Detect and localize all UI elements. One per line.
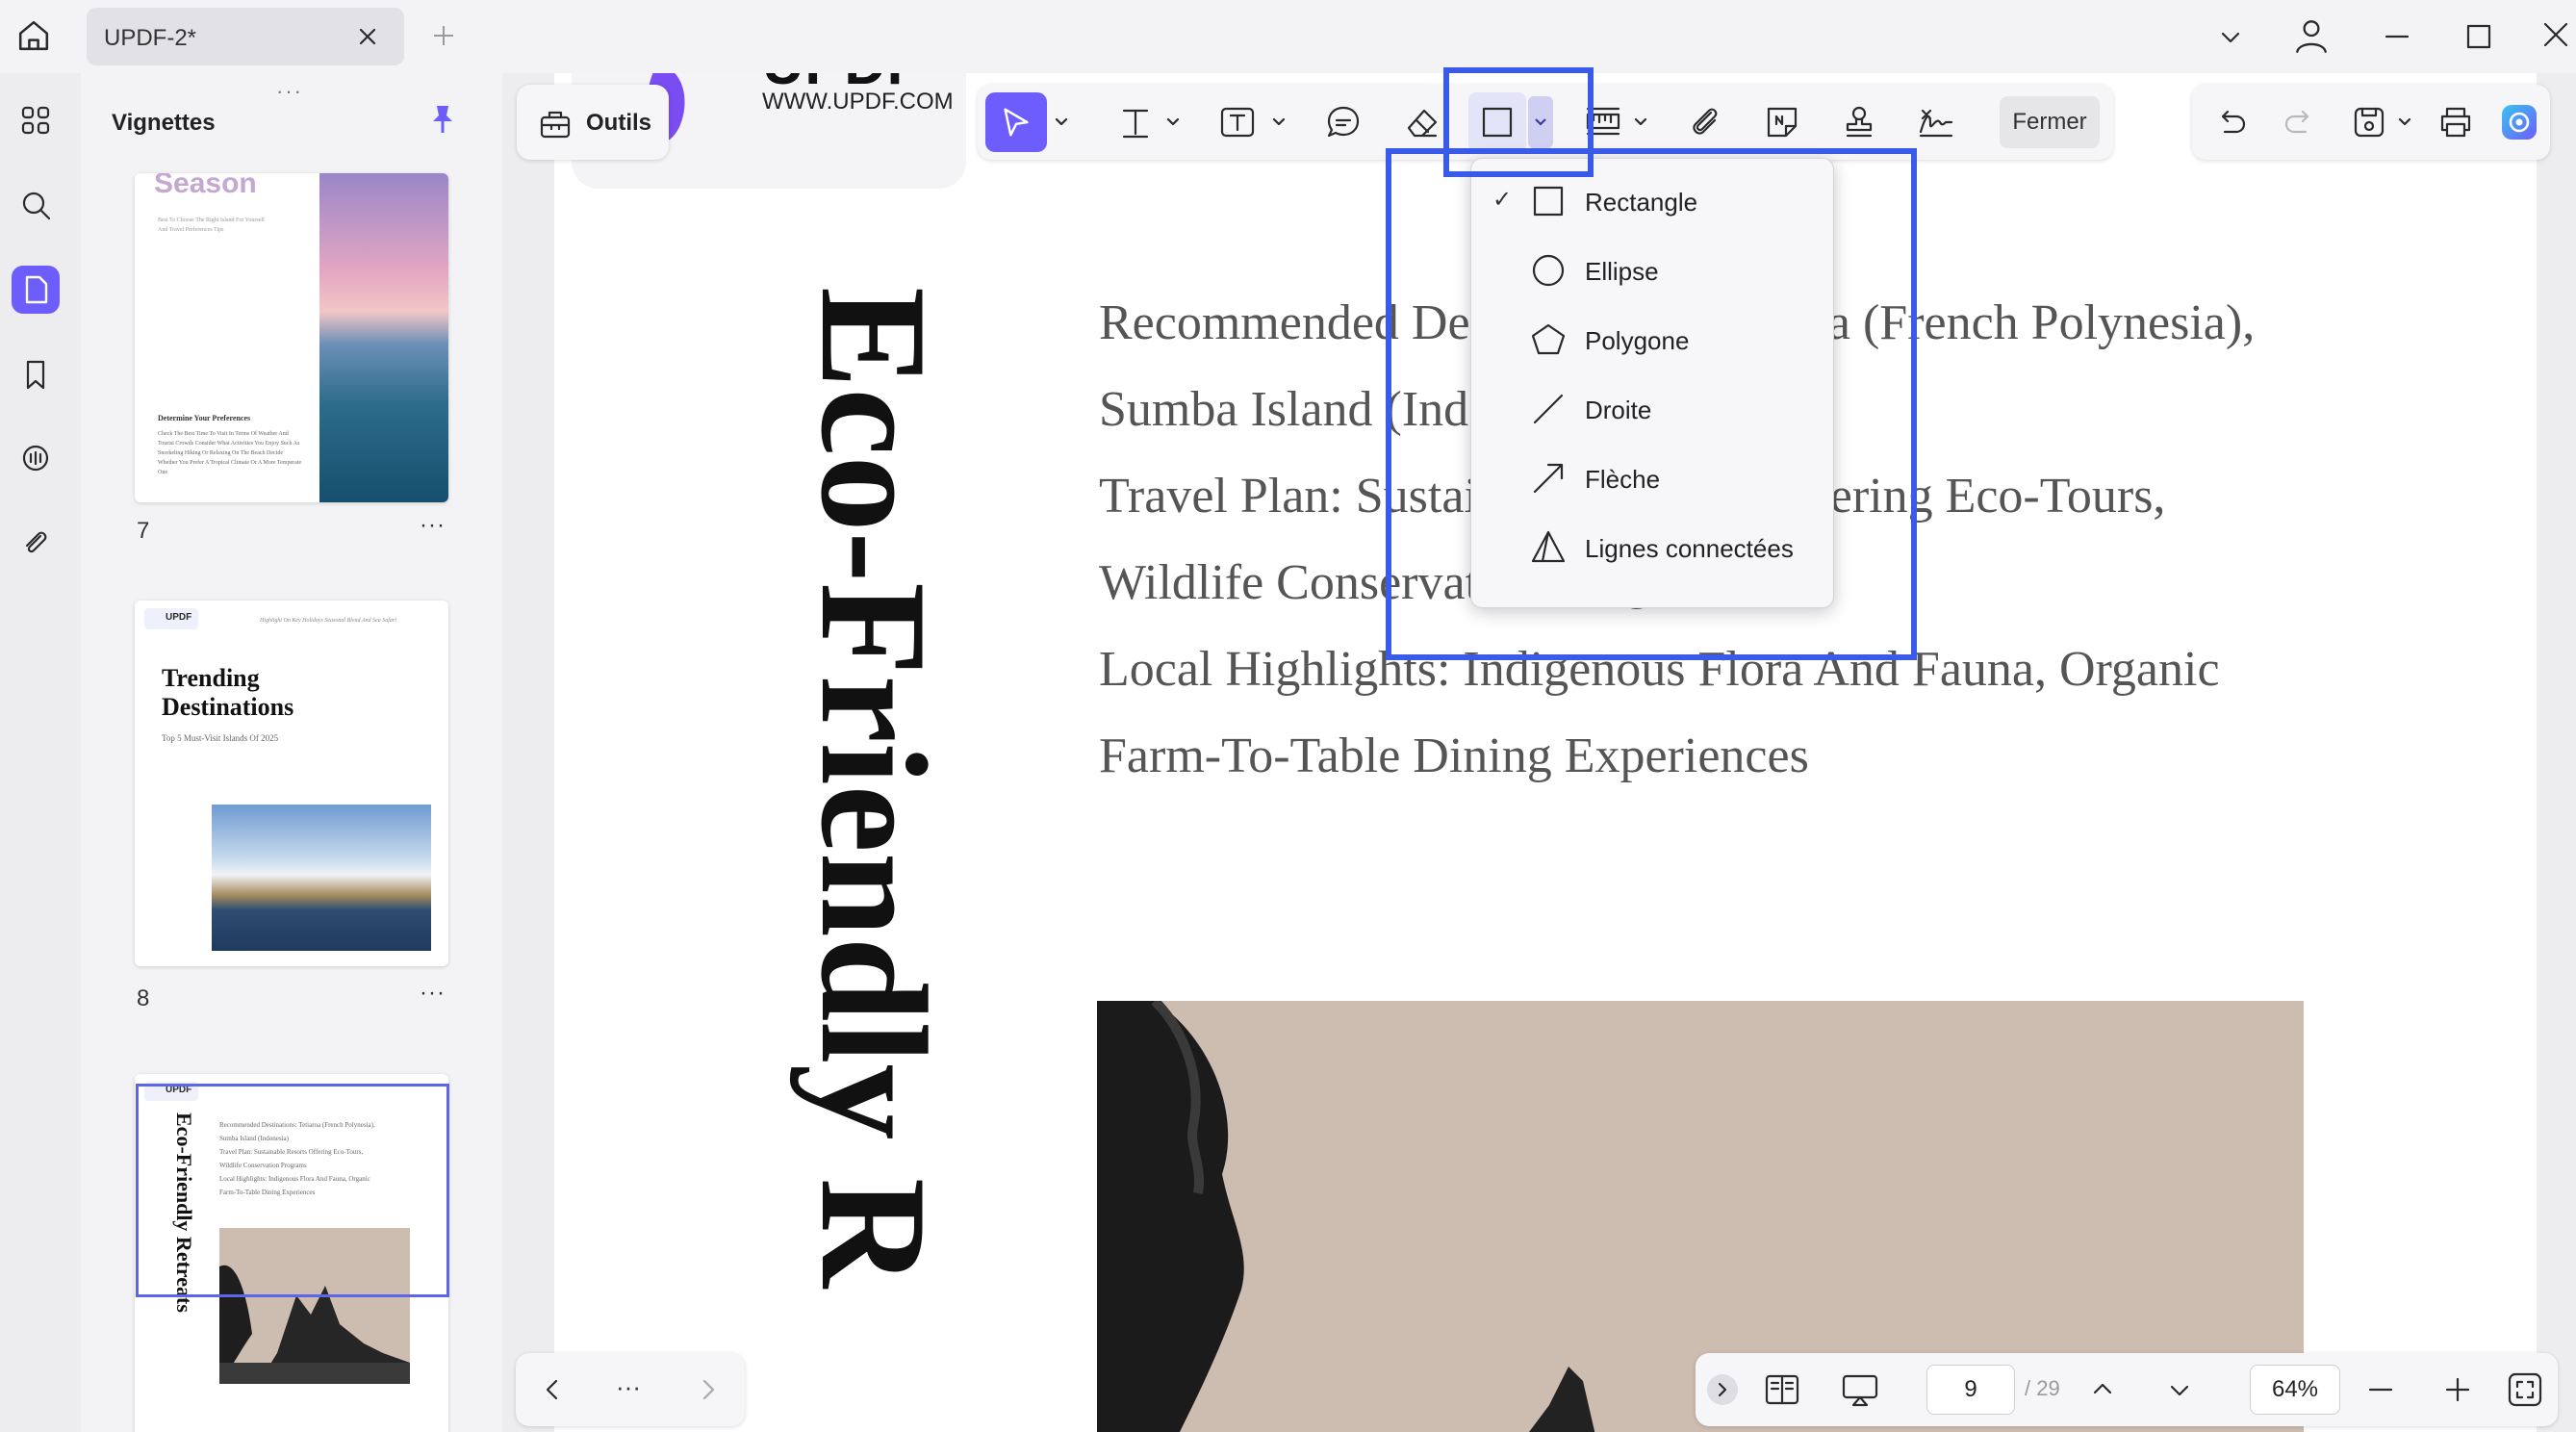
highlight-box-shape-menu: [1386, 148, 1917, 660]
chevron-down-icon[interactable]: [2398, 115, 2411, 129]
sunset-sea-image: [319, 173, 448, 502]
text-box-tool-icon[interactable]: [1218, 103, 1257, 141]
page-thumbnail-7[interactable]: Season Best To Choose The Right Island F…: [135, 173, 448, 502]
new-tab-plus-icon[interactable]: [429, 21, 458, 50]
left-rail: [0, 73, 81, 1432]
text-tool-icon[interactable]: [1116, 103, 1155, 141]
close-toolbar-button[interactable]: Fermer: [2000, 96, 2100, 148]
total-pages: / 29: [2025, 1376, 2060, 1400]
body-line: Farm-To-Table Dining Experiences: [1099, 729, 1809, 783]
zoom-level-input[interactable]: 64%: [2250, 1365, 2340, 1415]
thumb-title-line-2: Destinations: [162, 693, 294, 721]
right-toolbar: [2192, 85, 2550, 160]
tab-title: UPDF-2*: [104, 25, 197, 51]
zoom-in-icon[interactable]: [2442, 1374, 2473, 1405]
thumb-body: Check The Best Time To Visit In Terms Of…: [158, 431, 302, 475]
page-number: 7: [137, 518, 150, 544]
panel-drag-handle[interactable]: ···: [276, 79, 303, 104]
save-icon[interactable]: [2350, 103, 2388, 141]
panel-title: Vignettes: [112, 110, 216, 136]
current-view-indicator: [136, 1084, 449, 1297]
minimize-icon[interactable]: [2382, 21, 2412, 52]
zoom-bar: 9 / 29 64%: [1696, 1353, 2558, 1426]
home-icon[interactable]: [12, 13, 56, 58]
attachment-icon[interactable]: [12, 520, 60, 568]
comment-bubble-icon[interactable]: [1324, 103, 1363, 141]
thumb-tagline: Highlight On Key Holidays Seasonal Blend…: [260, 618, 396, 624]
select-tool-icon[interactable]: [985, 92, 1047, 152]
toolbox-icon: [538, 106, 573, 141]
sticky-note-icon[interactable]: [1763, 103, 1801, 141]
page-number: 8: [137, 985, 150, 1011]
next-page-icon[interactable]: [695, 1376, 722, 1403]
page-navigation: ···: [516, 1353, 745, 1426]
search-icon[interactable]: [12, 181, 60, 229]
ai-assistant-icon[interactable]: [2500, 103, 2538, 141]
chevron-down-icon[interactable]: [1634, 115, 1647, 129]
zoom-out-icon[interactable]: [2365, 1374, 2396, 1405]
thumb-logo: UPDF: [144, 608, 198, 629]
attachment-icon[interactable]: [1686, 103, 1724, 141]
undo-icon[interactable]: [2211, 103, 2250, 141]
title-bar: UPDF-2*: [0, 0, 2576, 73]
vertical-heading: Eco-Friendly R: [789, 287, 957, 1289]
thumb-heading: Season: [154, 173, 257, 199]
redo-icon[interactable]: [2281, 103, 2319, 141]
island-image: [212, 805, 431, 951]
thumb-section: Determine Your Preferences: [158, 414, 251, 422]
thumb-sub: Top 5 Must-Visit Islands Of 2025: [162, 733, 279, 743]
close-tab-icon[interactable]: [356, 25, 379, 48]
eraser-icon[interactable]: [1403, 103, 1441, 141]
signature-icon[interactable]: [1917, 103, 1955, 141]
current-page-input[interactable]: 9: [1926, 1365, 2015, 1415]
thumb-more-button[interactable]: ···: [420, 980, 446, 1007]
stamp-icon[interactable]: [1840, 103, 1878, 141]
page-layout-icon[interactable]: [1763, 1370, 1801, 1409]
page-down-icon[interactable]: [2165, 1376, 2194, 1405]
thumb-sub: Best To Choose The Right Island For Your…: [158, 217, 266, 233]
thumb-title-line-1: Trending: [162, 664, 260, 692]
maximize-icon[interactable]: [2463, 21, 2494, 52]
bookmark-icon[interactable]: [12, 350, 60, 398]
chevron-down-icon[interactable]: [1166, 115, 1180, 129]
chevron-down-icon[interactable]: [1272, 115, 1286, 129]
page-thumbnail-8[interactable]: UPDF Highlight On Key Holidays Seasonal …: [135, 601, 448, 966]
more-pages-button[interactable]: ···: [616, 1372, 641, 1402]
logo-url: WWW.UPDF.COM: [762, 89, 954, 115]
document-tab[interactable]: UPDF-2*: [87, 8, 404, 65]
collapse-bar-button[interactable]: [1707, 1374, 1738, 1405]
pin-icon[interactable]: [425, 102, 460, 137]
account-icon[interactable]: [2291, 15, 2332, 56]
tools-button[interactable]: Outils: [517, 85, 669, 160]
tools-label: Outils: [586, 110, 652, 136]
close-window-icon[interactable]: [2540, 19, 2571, 50]
chevron-down-icon[interactable]: [2216, 23, 2245, 52]
fit-page-icon[interactable]: [2506, 1370, 2544, 1409]
grid-icon[interactable]: [12, 96, 60, 144]
thumbnails-panel: ··· Vignettes Season Best To Choose The …: [81, 73, 502, 1432]
thumb-more-button[interactable]: ···: [420, 512, 446, 539]
pages-icon[interactable]: [12, 266, 60, 314]
comment-icon[interactable]: [12, 435, 60, 483]
presentation-icon[interactable]: [1840, 1370, 1880, 1409]
chevron-down-icon[interactable]: [1055, 115, 1068, 129]
previous-page-icon[interactable]: [539, 1376, 566, 1403]
page-up-icon[interactable]: [2088, 1374, 2117, 1403]
print-icon[interactable]: [2436, 103, 2475, 141]
